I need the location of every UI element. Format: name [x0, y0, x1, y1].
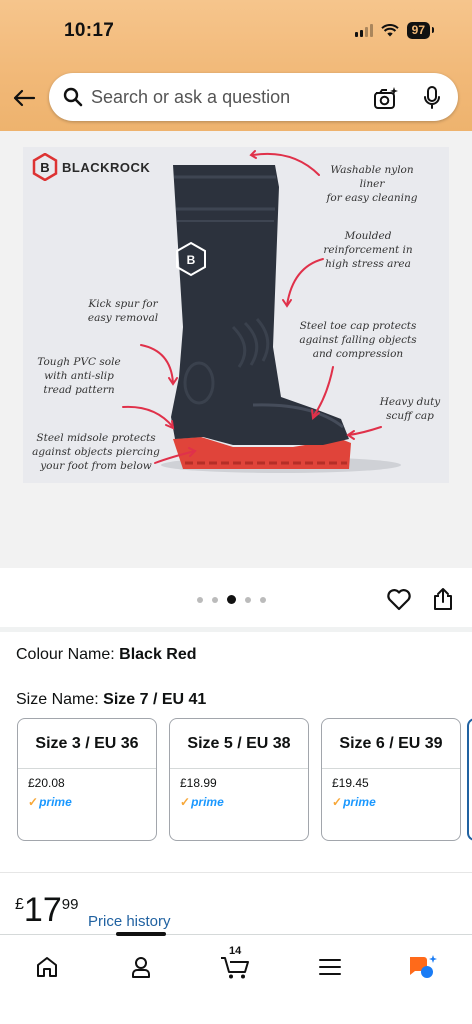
- page-dot-active[interactable]: [227, 595, 236, 604]
- page-dot[interactable]: [260, 596, 266, 603]
- share-icon: [434, 588, 452, 610]
- section-divider: [0, 627, 472, 632]
- camera-sparkle-icon: [374, 87, 398, 109]
- voice-search-button[interactable]: [420, 84, 444, 112]
- search-icon: [61, 85, 85, 109]
- annotation-midsole: Steel midsole protects against objects p…: [32, 432, 160, 472]
- image-page-indicator[interactable]: [197, 595, 266, 604]
- prime-label: prime: [343, 795, 376, 809]
- prime-badge: ✓prime: [180, 795, 224, 809]
- product-price: £ 17 99: [15, 892, 78, 928]
- size-option-price: £20.08: [28, 776, 65, 790]
- size-option-card[interactable]: Size 3 / EU 36 £20.08 ✓prime: [17, 718, 157, 841]
- microphone-icon: [424, 86, 440, 109]
- prime-check-icon: ✓: [180, 795, 191, 809]
- annotation-sole: Tough PVC sole with anti-slip tread patt…: [37, 356, 121, 396]
- size-option-card-selected-partial[interactable]: [467, 718, 472, 841]
- nav-cart[interactable]: 14: [215, 945, 255, 987]
- prime-check-icon: ✓: [28, 795, 39, 809]
- annotation-reinforcement: Moulded reinforcement in high stress are…: [323, 230, 413, 270]
- size-option-name: Size 6 / EU 39: [322, 719, 460, 769]
- size-value: Size 7 / EU 41: [103, 691, 207, 708]
- size-name: Size Name: Size 7 / EU 41: [16, 691, 206, 709]
- image-actions-row: [0, 568, 472, 630]
- divider: [0, 872, 472, 873]
- status-time: 10:17: [64, 20, 115, 41]
- wifi-icon: [380, 24, 399, 37]
- svg-text:B: B: [187, 253, 196, 267]
- price-history-link[interactable]: Price history: [88, 913, 171, 930]
- colour-label: Colour Name:: [16, 646, 120, 663]
- heart-icon: [387, 589, 411, 611]
- annotation-liner: Washable nylon liner for easy cleaning: [326, 164, 418, 204]
- search-bar[interactable]: [49, 73, 458, 121]
- search-input[interactable]: [91, 86, 361, 108]
- back-button[interactable]: [10, 84, 38, 112]
- colour-value: Black Red: [119, 646, 197, 663]
- bottom-nav: 14: [0, 932, 472, 1024]
- active-tab-indicator: [116, 932, 166, 936]
- nav-home[interactable]: [27, 947, 67, 987]
- prime-label: prime: [191, 795, 224, 809]
- home-icon: [37, 957, 57, 977]
- prime-badge: ✓prime: [332, 795, 376, 809]
- price-whole: 17: [23, 891, 62, 929]
- add-to-wishlist-button[interactable]: [386, 588, 412, 614]
- size-option-name: Size 3 / EU 36: [18, 719, 156, 769]
- nav-account[interactable]: [121, 947, 161, 987]
- battery-indicator: 97: [406, 22, 435, 39]
- user-icon: [132, 957, 150, 978]
- nav-ai-assistant[interactable]: [402, 947, 442, 987]
- annotation-scuff-cap: Heavy duty scuff cap: [379, 396, 441, 422]
- share-button[interactable]: [432, 587, 456, 613]
- size-option-price: £18.99: [180, 776, 217, 790]
- product-image-carousel[interactable]: B BLACKROCK B Washable nylon liner for e…: [0, 131, 472, 568]
- arrow-left-icon: [13, 89, 36, 107]
- nav-menu[interactable]: [310, 947, 350, 987]
- product-photo[interactable]: B BLACKROCK B Washable nylon liner for e…: [23, 147, 449, 483]
- cart-count-badge: 14: [229, 945, 242, 957]
- size-options: Size 3 / EU 36 £20.08 ✓prime Size 5 / EU…: [17, 718, 461, 841]
- header: 10:17 97: [0, 0, 472, 131]
- camera-search-button[interactable]: [372, 84, 400, 112]
- page-dot[interactable]: [245, 596, 251, 603]
- cellular-signal-icon: [354, 24, 373, 37]
- page-dot[interactable]: [212, 596, 218, 603]
- annotation-toe-cap: Steel toe cap protects against falling o…: [299, 320, 417, 360]
- prime-badge: ✓prime: [28, 795, 72, 809]
- size-option-card[interactable]: Size 6 / EU 39 £19.45 ✓prime: [321, 718, 461, 841]
- price-fraction: 99: [61, 896, 79, 913]
- status-icons: 97: [354, 22, 435, 39]
- cart-icon: [221, 957, 249, 979]
- page-dot[interactable]: [197, 596, 203, 603]
- colour-name: Colour Name: Black Red: [16, 646, 197, 664]
- size-label: Size Name:: [16, 691, 104, 708]
- annotation-kick-spur: Kick spur for easy removal: [87, 298, 159, 324]
- size-option-card[interactable]: Size 5 / EU 38 £18.99 ✓prime: [169, 718, 309, 841]
- size-option-price: £19.45: [332, 776, 369, 790]
- price-currency: £: [15, 896, 24, 913]
- hamburger-menu-icon: [319, 959, 341, 975]
- ai-assistant-icon: [410, 955, 437, 978]
- size-option-name: Size 5 / EU 38: [170, 719, 308, 769]
- prime-label: prime: [39, 795, 72, 809]
- prime-check-icon: ✓: [332, 795, 343, 809]
